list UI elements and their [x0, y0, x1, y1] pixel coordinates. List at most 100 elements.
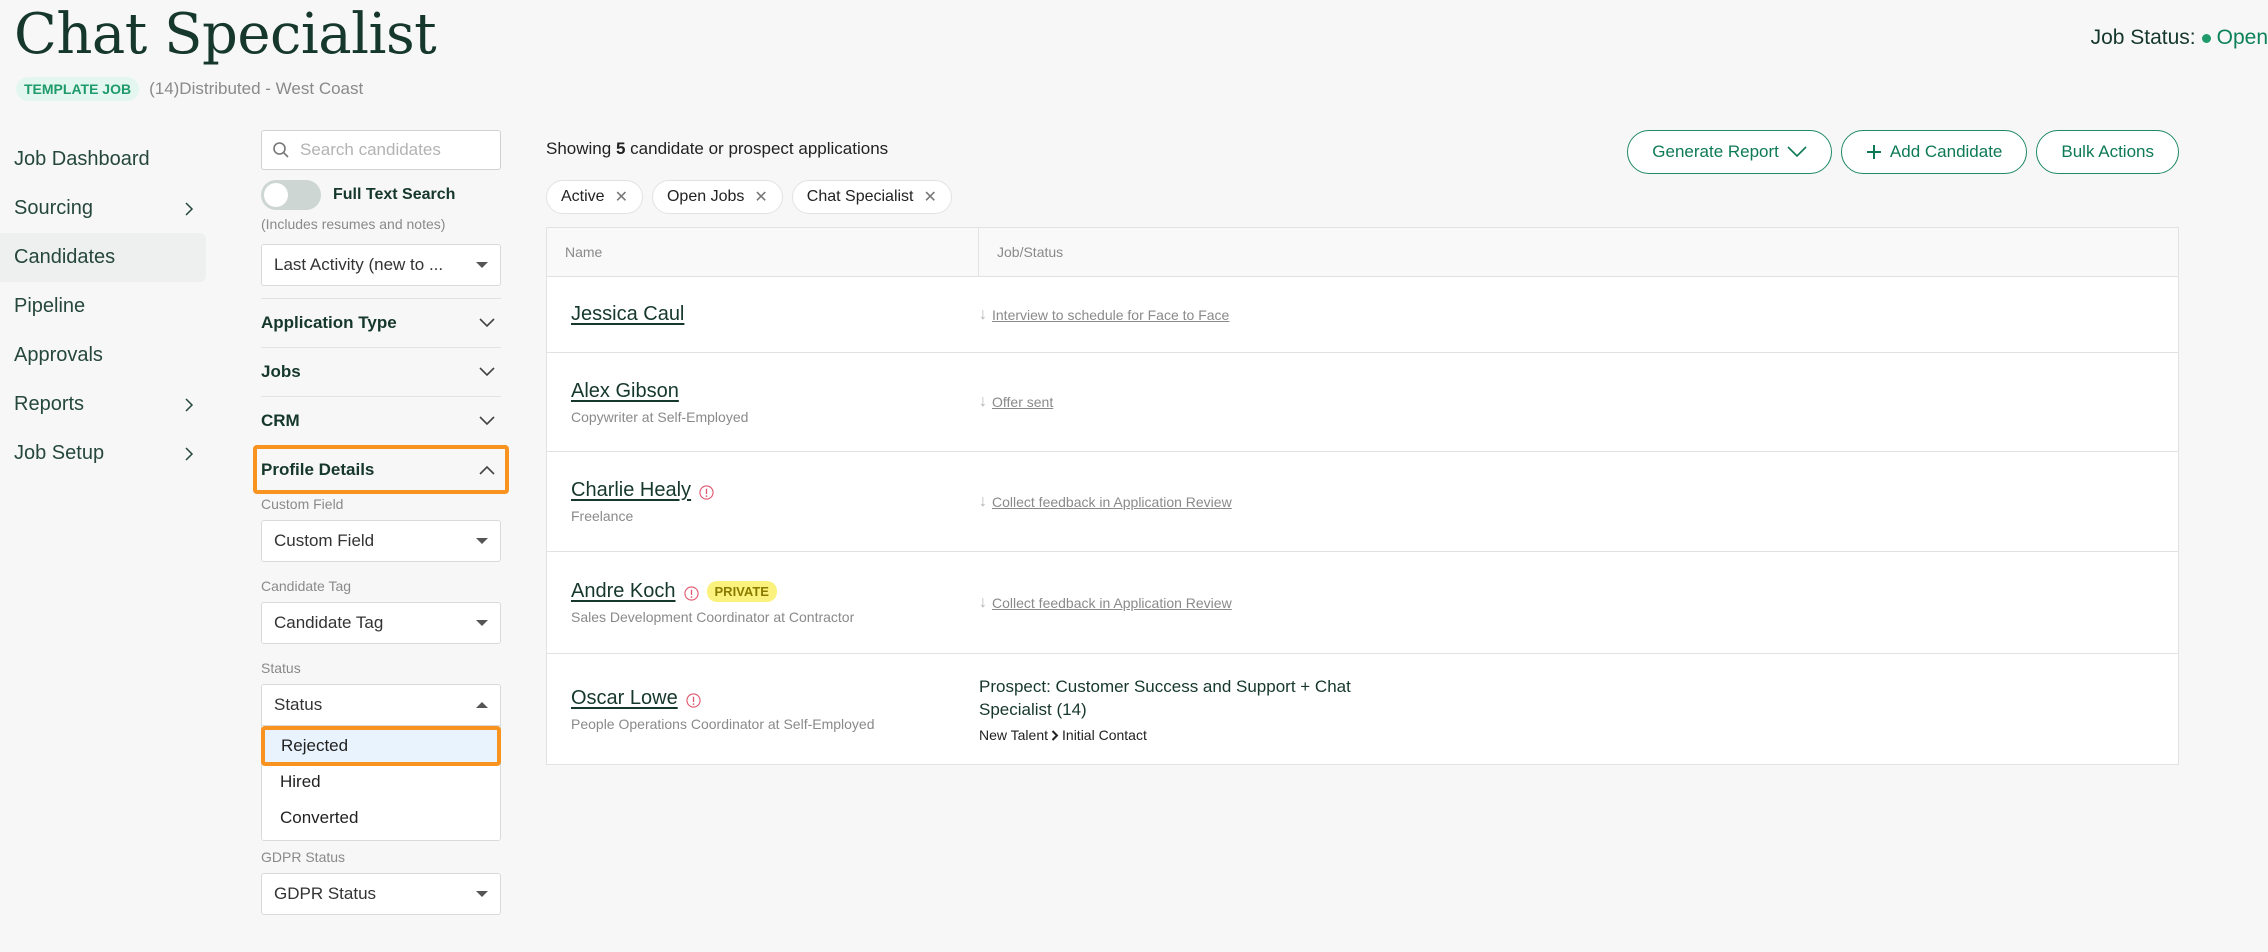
custom-field-value: Custom Field — [274, 531, 375, 550]
nav-item-label: Pipeline — [14, 295, 86, 317]
candidates-table: Name Job/Status Jessica Caul ↓ Interview … — [546, 227, 2179, 765]
status-select[interactable]: Status — [261, 684, 501, 726]
toggle-knob — [264, 183, 288, 207]
button-label: Generate Report — [1652, 142, 1779, 161]
prospect-stage-from: New Talent — [979, 727, 1049, 743]
status-link[interactable]: Collect feedback in Application Review — [992, 494, 1232, 510]
job-status: Job Status: Open — [2091, 26, 2268, 50]
table-row: Andre Koch PRIVATE Sales Development Coo… — [547, 552, 2178, 654]
nav-item-reports[interactable]: Reports — [0, 380, 206, 429]
job-status-label: Job Status: — [2090, 26, 2196, 49]
caret-down-icon — [476, 620, 488, 626]
generate-report-button[interactable]: Generate Report — [1627, 130, 1832, 174]
nav-item-candidates[interactable]: Candidates — [0, 233, 206, 282]
caret-up-icon — [476, 702, 488, 708]
status-link[interactable]: Collect feedback in Application Review — [992, 595, 1232, 611]
template-job-badge: TEMPLATE JOB — [16, 77, 140, 101]
chevron-down-icon — [479, 318, 495, 328]
status-option-hired[interactable]: Hired — [262, 764, 500, 800]
candidate-tag-value: Candidate Tag — [274, 613, 384, 632]
filter-section-jobs[interactable]: Jobs — [261, 347, 501, 396]
alert-icon — [683, 586, 699, 601]
status-dot-icon — [2201, 33, 2211, 43]
private-badge: PRIVATE — [706, 581, 777, 602]
candidate-subtitle: Copywriter at Self-Employed — [571, 408, 749, 425]
table-row: Jessica Caul ↓ Interview to schedule for … — [547, 277, 2178, 353]
job-status-value: Open — [2216, 26, 2268, 49]
alert-icon — [699, 485, 714, 500]
nav-item-approvals[interactable]: Approvals — [0, 331, 206, 380]
chevron-up-icon — [479, 465, 495, 475]
candidate-name-link[interactable]: Alex Gibson — [571, 380, 679, 403]
arrow-down-icon: ↓ — [979, 393, 987, 410]
table-header: Name Job/Status — [547, 228, 2178, 277]
filter-section-application-type[interactable]: Application Type — [261, 298, 501, 347]
custom-field-select[interactable]: Custom Field — [261, 520, 501, 562]
add-candidate-button[interactable]: Add Candidate — [1840, 130, 2028, 174]
arrow-down-icon: ↓ — [979, 593, 987, 611]
candidate-tag-select[interactable]: Candidate Tag — [261, 602, 501, 644]
candidate-name-link[interactable]: Jessica Caul — [571, 303, 684, 326]
close-icon[interactable]: ✕ — [924, 187, 937, 207]
results-prefix: Showing — [546, 139, 612, 158]
prospect-job-title: Prospect: Customer Success and Support +… — [979, 677, 1351, 719]
filter-panel: Full Text Search (Includes resumes and n… — [253, 130, 509, 915]
candidate-name-link[interactable]: Andre Koch — [571, 580, 676, 603]
status-link[interactable]: Offer sent — [992, 394, 1053, 410]
full-text-search-label: Full Text Search — [333, 186, 456, 203]
candidates-main: Showing 5 candidate or prospect applicat… — [546, 130, 2179, 765]
status-option-rejected[interactable]: Rejected — [261, 726, 501, 766]
action-buttons: Generate Report Add Candidate Bulk Actio… — [1627, 130, 2179, 174]
chevron-right-icon — [185, 201, 194, 216]
sort-select[interactable]: Last Activity (new to ... — [261, 244, 501, 286]
chip-label: Chat Specialist — [806, 188, 914, 205]
bulk-actions-button[interactable]: Bulk Actions — [2036, 130, 2179, 174]
active-filter-chips: Active ✕ Open Jobs ✕ Chat Specialist ✕ — [546, 180, 2179, 214]
nav-item-job-dashboard[interactable]: Job Dashboard — [0, 135, 206, 184]
sort-value: Last Activity (new to ... — [274, 255, 444, 274]
caret-down-icon — [476, 891, 488, 897]
table-row: Oscar Lowe People Operations Coordinator… — [547, 654, 2178, 764]
status-value: Status — [274, 695, 323, 714]
chip-label: Open Jobs — [666, 188, 745, 205]
button-label: Add Candidate — [1889, 142, 2003, 161]
results-suffix: candidate or prospect applications — [630, 139, 889, 158]
table-row: Charlie Healy Freelance ↓ Collect feedbac… — [547, 452, 2178, 552]
nav-item-label: Reports — [14, 393, 85, 415]
gdpr-status-value: GDPR Status — [274, 884, 377, 903]
full-text-search-toggle[interactable] — [261, 180, 321, 210]
chip-label: Active — [561, 188, 605, 205]
filter-section-crm[interactable]: CRM — [261, 396, 501, 445]
job-location: (14)Distributed - West Coast — [149, 79, 364, 98]
gdpr-status-label: GDPR Status — [261, 849, 346, 865]
column-header-name[interactable]: Name — [547, 228, 979, 276]
candidate-name-link[interactable]: Charlie Healy — [571, 479, 691, 502]
nav-item-sourcing[interactable]: Sourcing — [0, 184, 206, 233]
candidate-subtitle: People Operations Coordinator at Self-Em… — [571, 715, 875, 732]
caret-down-icon — [476, 538, 488, 544]
search-icon — [273, 142, 289, 158]
section-label: Jobs — [261, 362, 301, 381]
nav-item-job-setup[interactable]: Job Setup — [0, 429, 206, 478]
nav-item-pipeline[interactable]: Pipeline — [0, 282, 206, 331]
candidate-name-link[interactable]: Oscar Lowe — [571, 687, 678, 710]
status-label: Status — [261, 660, 301, 676]
status-link[interactable]: Interview to schedule for Face to Face — [992, 307, 1229, 323]
gdpr-status-select[interactable]: GDPR Status — [261, 873, 501, 915]
filter-chip: Chat Specialist ✕ — [791, 180, 952, 214]
candidate-tag-label: Candidate Tag — [261, 578, 352, 594]
chevron-down-icon — [1787, 146, 1807, 158]
status-options-list: Rejected Hired Converted — [261, 726, 501, 841]
search-input[interactable] — [300, 140, 480, 160]
section-label: Profile Details — [261, 460, 375, 479]
plus-icon — [1866, 145, 1881, 159]
search-box[interactable] — [261, 130, 501, 170]
column-header-job-status[interactable]: Job/Status — [979, 228, 1063, 276]
close-icon[interactable]: ✕ — [615, 187, 628, 207]
close-icon[interactable]: ✕ — [754, 187, 767, 207]
nav-item-label: Candidates — [14, 246, 116, 268]
arrow-down-icon: ↓ — [979, 305, 987, 323]
filter-section-profile-details[interactable]: Profile Details — [253, 445, 509, 494]
table-row: Alex Gibson Copywriter at Self-Employed … — [547, 353, 2178, 452]
status-option-converted[interactable]: Converted — [262, 800, 500, 836]
